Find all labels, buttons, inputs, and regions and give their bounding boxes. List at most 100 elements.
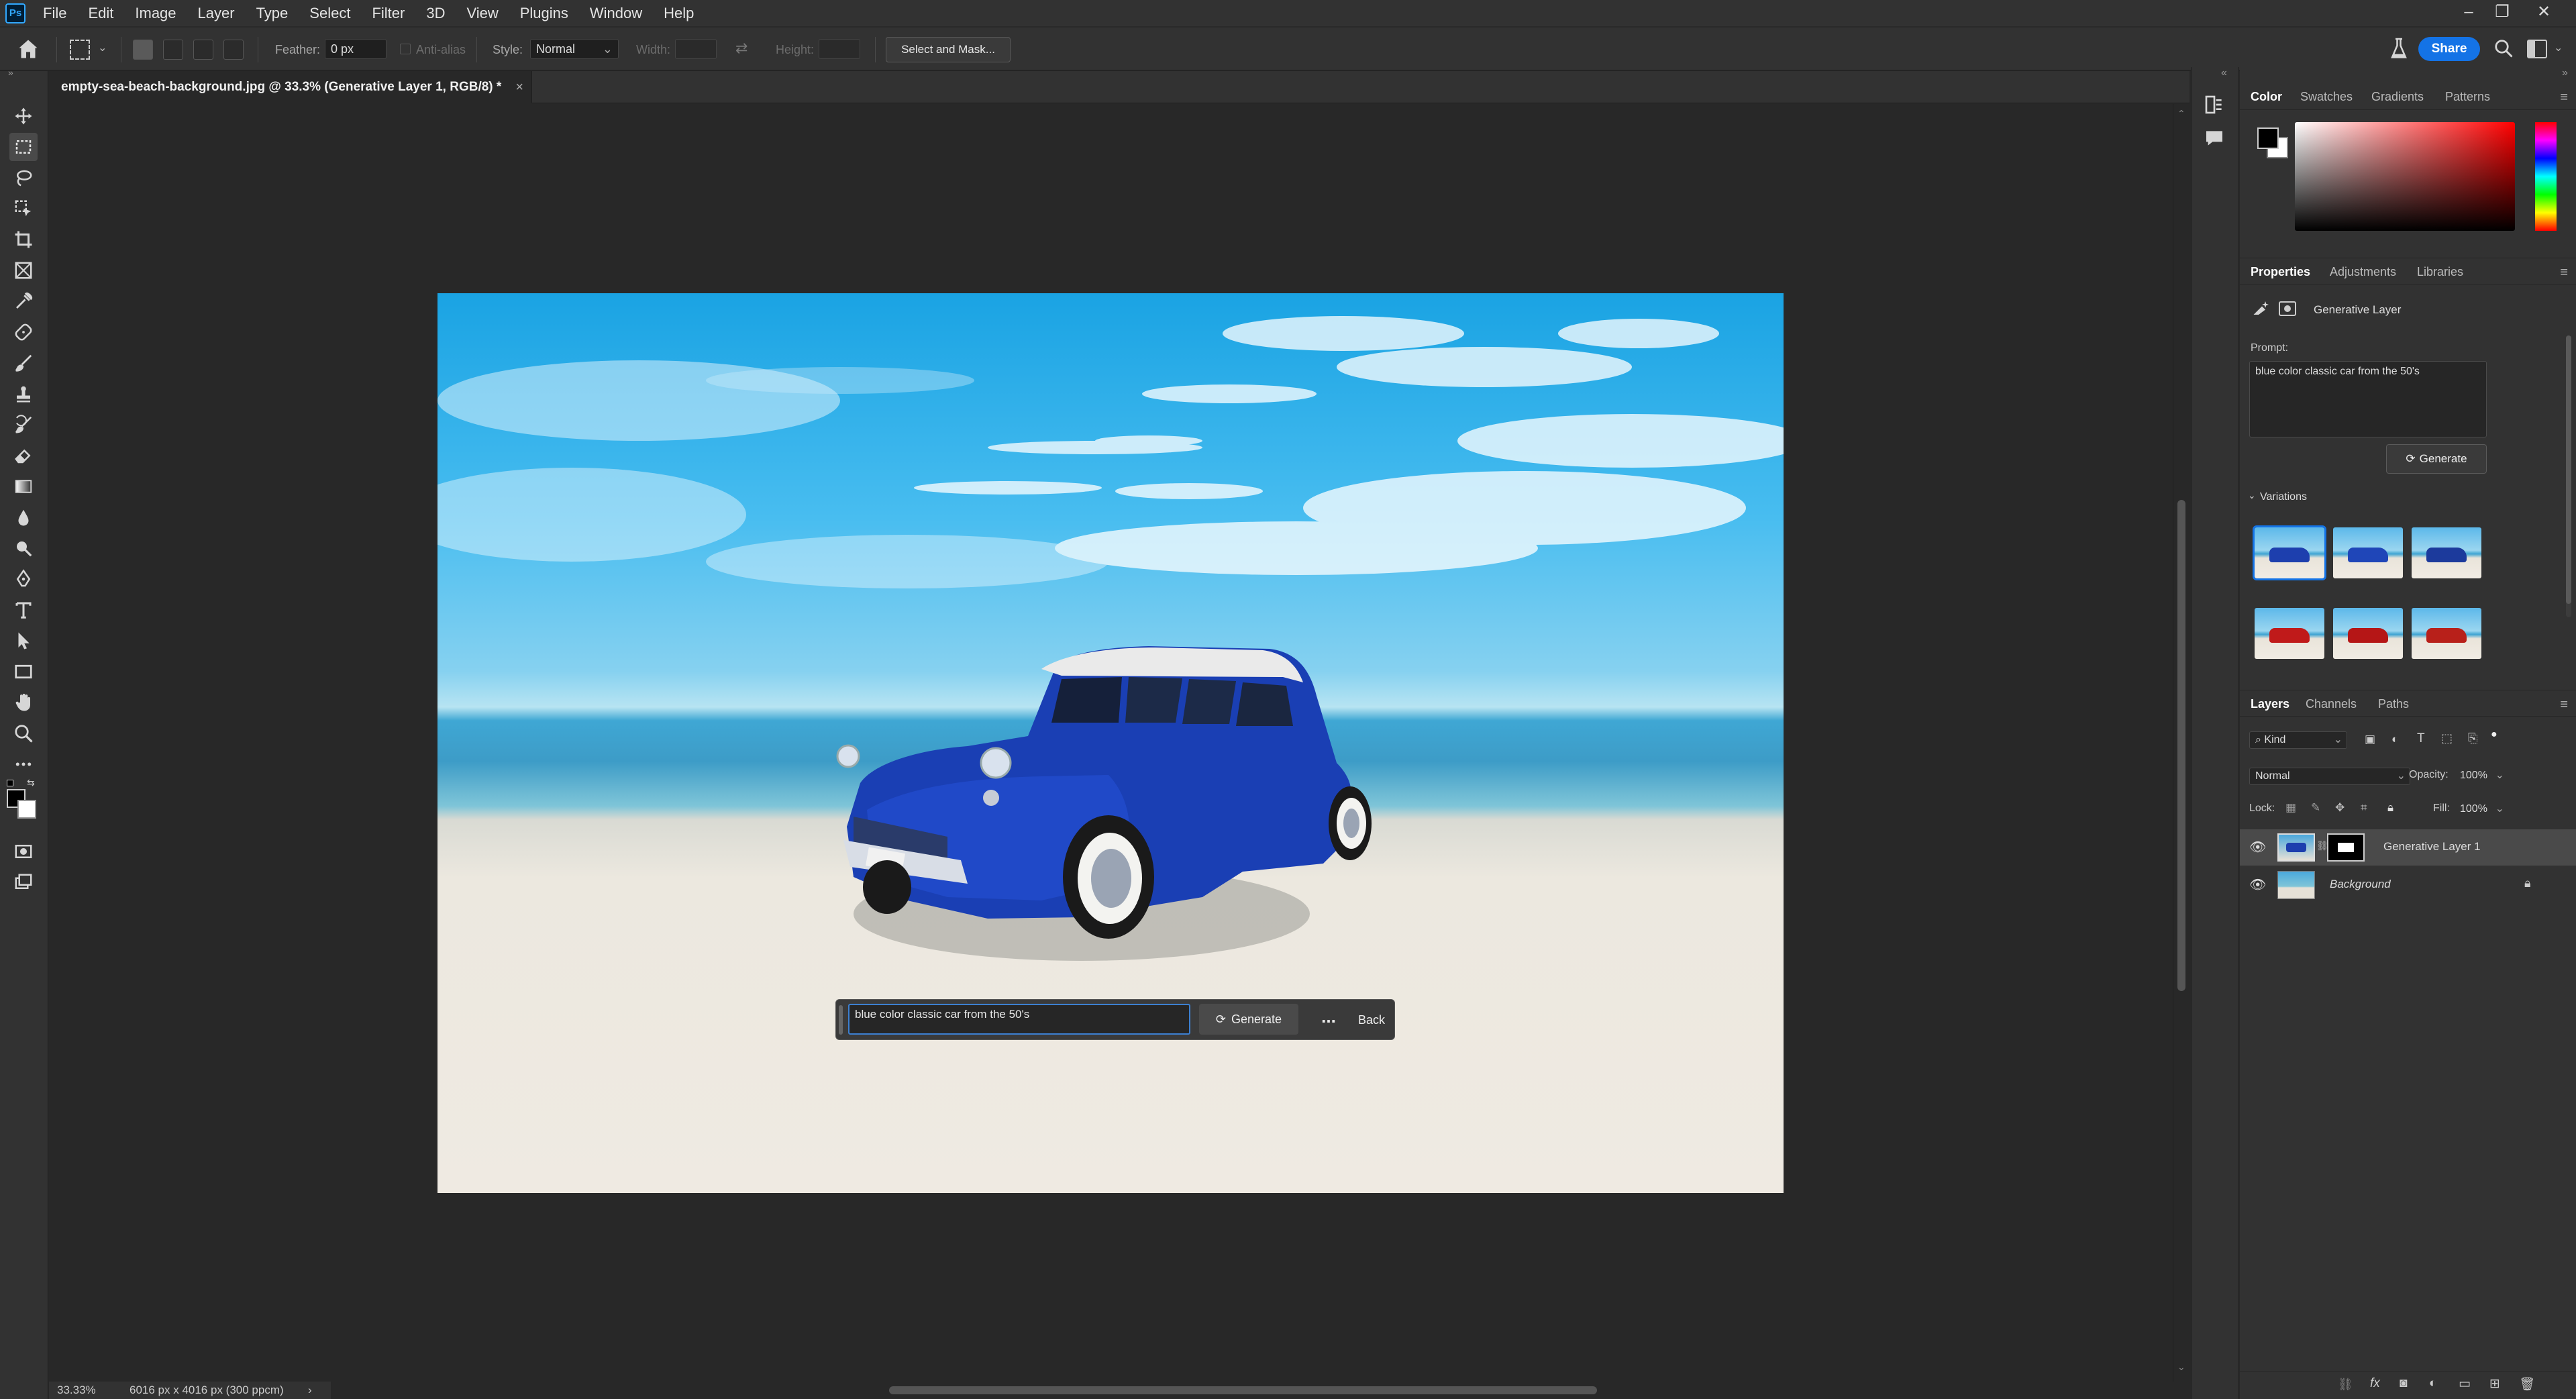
- workspace-icon[interactable]: [2527, 40, 2547, 58]
- history-icon[interactable]: [2204, 94, 2228, 118]
- eye-icon[interactable]: 👁︎: [2249, 839, 2266, 856]
- variation-2-thumbnail[interactable]: [2333, 527, 2403, 578]
- new-selection-icon[interactable]: [133, 40, 153, 60]
- share-button[interactable]: Share: [2418, 37, 2480, 61]
- move-tool-icon[interactable]: [9, 102, 38, 130]
- panel-menu-icon[interactable]: ≡: [2560, 90, 2568, 105]
- search-icon[interactable]: [2493, 38, 2516, 61]
- menu-select[interactable]: Select: [299, 0, 361, 27]
- filter-type-icon[interactable]: T: [2417, 731, 2425, 746]
- menu-help[interactable]: Help: [653, 0, 705, 27]
- rectangle-tool-icon[interactable]: [9, 658, 38, 686]
- eyedropper-tool-icon[interactable]: [9, 287, 38, 315]
- variation-1-thumbnail[interactable]: [2253, 525, 2326, 580]
- tab-layers[interactable]: Layers: [2251, 690, 2289, 717]
- tab-properties[interactable]: Properties: [2251, 258, 2310, 285]
- home-icon[interactable]: [16, 37, 43, 64]
- tab-paths[interactable]: Paths: [2378, 690, 2409, 717]
- hand-tool-icon[interactable]: [9, 688, 38, 717]
- canvas-area[interactable]: blue color classic car from the 50's ⟳ Ge…: [49, 104, 2189, 1382]
- fx-icon[interactable]: fx: [2370, 1376, 2380, 1391]
- back-button[interactable]: Back: [1351, 1004, 1392, 1035]
- lasso-tool-icon[interactable]: [9, 164, 38, 192]
- drag-handle[interactable]: [839, 1005, 843, 1035]
- collapse-panels-icon[interactable]: «: [2221, 67, 2227, 79]
- vertical-scroll-thumb[interactable]: [2177, 500, 2185, 991]
- comments-icon[interactable]: [2204, 127, 2228, 152]
- layer-row-generative[interactable]: 👁︎ ⛓︎ Generative Layer 1: [2240, 829, 2576, 866]
- vertical-scrollbar[interactable]: ⌃ ⌄: [2173, 104, 2189, 1382]
- menu-edit[interactable]: Edit: [77, 0, 124, 27]
- select-and-mask-button[interactable]: Select and Mask...: [886, 37, 1011, 62]
- tab-channels[interactable]: Channels: [2306, 690, 2357, 717]
- document-canvas[interactable]: [437, 293, 1784, 1193]
- layer-row-background[interactable]: 👁︎ Background 🔒︎: [2240, 867, 2576, 903]
- filter-shape-icon[interactable]: ⬚: [2441, 731, 2453, 745]
- tab-libraries[interactable]: Libraries: [2417, 258, 2463, 285]
- new-layer-icon[interactable]: ⊞: [2489, 1376, 2500, 1392]
- type-tool-icon[interactable]: [9, 596, 38, 624]
- minimize-icon[interactable]: –: [2452, 0, 2485, 27]
- path-selection-tool-icon[interactable]: [9, 627, 38, 655]
- lock-all-icon[interactable]: 🔒︎: [2387, 801, 2393, 815]
- swap-colors-icon[interactable]: ⇆: [27, 777, 35, 788]
- menu-type[interactable]: Type: [246, 0, 299, 27]
- filter-pixel-icon[interactable]: ▣: [2365, 733, 2375, 746]
- properties-scrollbar[interactable]: [2566, 335, 2571, 617]
- status-menu-arrow[interactable]: ›: [308, 1382, 312, 1399]
- opacity-input[interactable]: 100% ⌄: [2455, 768, 2506, 785]
- add-mask-icon[interactable]: ◙: [2400, 1376, 2407, 1391]
- zoom-level[interactable]: 33.33%: [57, 1382, 96, 1399]
- eraser-tool-icon[interactable]: [9, 442, 38, 470]
- menu-view[interactable]: View: [456, 0, 509, 27]
- lock-artboard-icon[interactable]: ⌗: [2361, 801, 2367, 815]
- style-select[interactable]: Normal ⌄: [530, 39, 619, 59]
- filter-toggle-icon[interactable]: ●: [2491, 729, 2497, 741]
- intersect-selection-icon[interactable]: [223, 40, 244, 60]
- filter-smart-object-icon[interactable]: ⎘: [2468, 731, 2477, 745]
- variation-6-thumbnail[interactable]: [2412, 608, 2481, 659]
- lock-position-icon[interactable]: ✥: [2335, 801, 2345, 815]
- feather-input[interactable]: 0 px: [325, 39, 387, 59]
- prompt-input[interactable]: blue color classic car from the 50's: [848, 1004, 1190, 1035]
- generate-button[interactable]: ⟳ Generate: [1199, 1004, 1298, 1035]
- document-tab[interactable]: empty-sea-beach-background.jpg @ 33.3% (…: [49, 71, 532, 103]
- close-tab-icon[interactable]: ×: [515, 71, 523, 103]
- height-input[interactable]: [819, 39, 860, 59]
- tab-swatches[interactable]: Swatches: [2300, 83, 2353, 110]
- horizontal-scroll-thumb[interactable]: [889, 1386, 1597, 1394]
- gradient-tool-icon[interactable]: [9, 472, 38, 501]
- close-window-icon[interactable]: ✕: [2527, 0, 2561, 27]
- panel-menu-icon[interactable]: ≡: [2560, 697, 2568, 713]
- layer-kind-filter[interactable]: ⌕ Kind ⌄: [2249, 731, 2347, 749]
- new-group-icon[interactable]: ▭: [2459, 1376, 2471, 1392]
- anti-alias-checkbox[interactable]: [400, 44, 411, 54]
- add-selection-icon[interactable]: [163, 40, 183, 60]
- variation-4-thumbnail[interactable]: [2255, 608, 2324, 659]
- scroll-up-icon[interactable]: ⌃: [2177, 108, 2185, 119]
- lock-transparent-icon[interactable]: ▦: [2285, 801, 2296, 815]
- quick-mask-icon[interactable]: [9, 837, 38, 866]
- background-color-swatch[interactable]: [17, 800, 36, 819]
- blend-mode-select[interactable]: Normal ⌄: [2249, 768, 2410, 785]
- spot-healing-brush-icon[interactable]: [9, 318, 38, 346]
- subtract-selection-icon[interactable]: [193, 40, 213, 60]
- menu-file[interactable]: File: [32, 0, 77, 27]
- tab-adjustments[interactable]: Adjustments: [2330, 258, 2396, 285]
- variation-5-thumbnail[interactable]: [2333, 608, 2403, 659]
- rectangular-marquee-tool-icon[interactable]: [9, 133, 38, 161]
- filter-adjustment-icon[interactable]: ◐: [2391, 733, 2398, 746]
- layer-name[interactable]: Generative Layer 1: [2383, 840, 2481, 853]
- tab-gradients[interactable]: Gradients: [2371, 83, 2424, 110]
- brush-tool-icon[interactable]: [9, 349, 38, 377]
- restore-icon[interactable]: ❐: [2485, 0, 2519, 27]
- chevron-down-icon[interactable]: ⌄: [98, 41, 107, 54]
- menu-window[interactable]: Window: [579, 0, 653, 27]
- menu-layer[interactable]: Layer: [187, 0, 246, 27]
- collapse-right-panel-icon[interactable]: »: [2562, 67, 2568, 79]
- collapse-toolbar-icon[interactable]: »: [8, 67, 13, 78]
- beaker-icon[interactable]: [2389, 37, 2409, 61]
- more-tools-icon[interactable]: [9, 750, 38, 778]
- link-layers-icon[interactable]: ⛓︎: [2338, 1378, 2353, 1392]
- prompt-textarea[interactable]: blue color classic car from the 50's: [2249, 361, 2487, 437]
